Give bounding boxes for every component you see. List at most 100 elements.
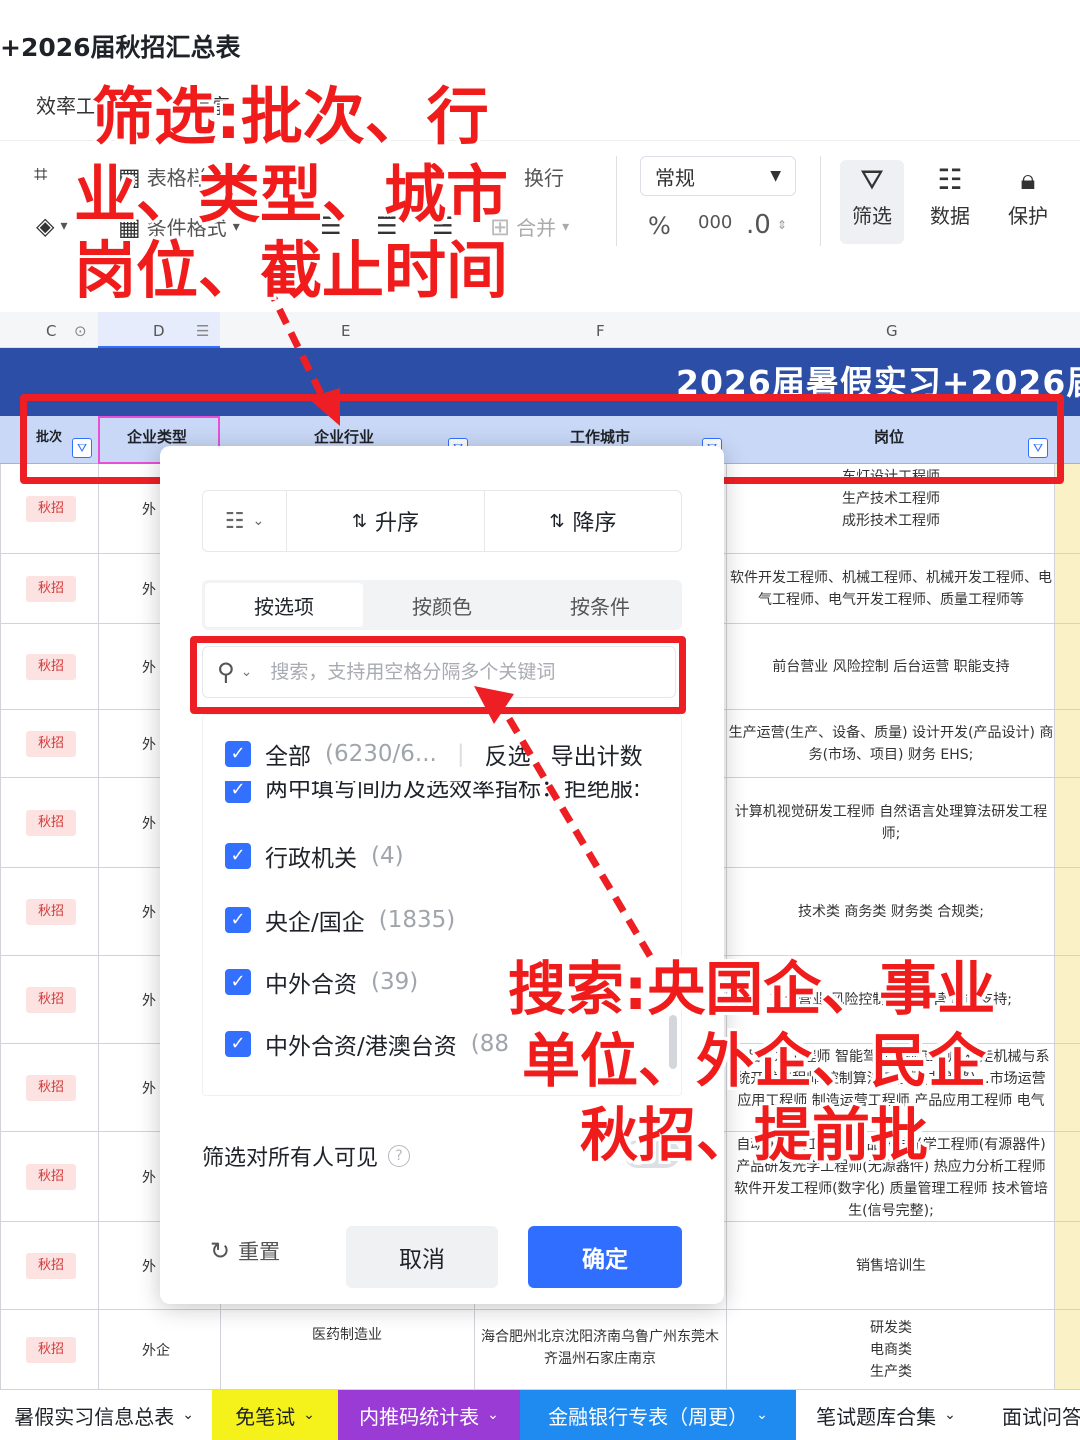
annotation-text-bottom-3: 秋招、提前批	[580, 1101, 929, 1169]
sort-descending-button[interactable]: ⇅ 降序	[485, 491, 681, 551]
menu-tab-efficiency[interactable]: 效率工	[36, 90, 96, 119]
decimal-button[interactable]: .0 ⇕	[746, 210, 787, 240]
filter-option-count: (39)	[371, 969, 419, 995]
toolbar-divider	[616, 156, 617, 246]
chevron-down-icon[interactable]: ⌄	[944, 1407, 956, 1423]
batch-tag: 秋招	[26, 987, 76, 1013]
data-label: 数据	[930, 204, 970, 228]
filter-option[interactable]: ✓ 中外合资/港澳台资 (88	[225, 1027, 509, 1061]
number-format-select[interactable]: 常规 ▼	[640, 156, 796, 196]
checkbox-checked-icon[interactable]: ✓	[225, 843, 251, 869]
filter-mode-tabs: 按选项 按颜色 按条件	[202, 580, 682, 630]
checkbox-checked-icon[interactable]: ✓	[225, 1031, 251, 1057]
percent-label: %	[648, 212, 671, 240]
chevron-down-icon[interactable]: ⌄	[487, 1407, 499, 1423]
checkbox-checked-icon[interactable]: ✓	[225, 969, 251, 995]
export-count-link[interactable]: 导出计数	[551, 737, 643, 771]
filter-label: 筛选	[852, 204, 892, 228]
chevron-down-icon[interactable]: ⌄	[182, 1407, 194, 1423]
company-type-cell: 外企	[142, 1343, 170, 1359]
reset-button[interactable]: ↻ 重置	[210, 1236, 280, 1266]
annotation-text-bottom-2: 单位、外企、民企	[522, 1027, 987, 1095]
option-all-label: 全部	[265, 744, 311, 770]
sheet-tab-label: 面试问答	[1002, 1404, 1080, 1429]
sort-asc-label: 升序	[375, 511, 420, 536]
data-tool-button[interactable]: ☷ 数据	[918, 160, 982, 244]
sort-list-icon: ☷	[224, 508, 245, 534]
column-menu-icon[interactable]: ⊙	[74, 322, 87, 340]
spreadsheet-app: +2026届秋招汇总表 效率工 专享 ⌗ ▦ 表格样 ◈ ▾ ▦ 条件格式 ▾ ☰ ☰ …	[0, 0, 1080, 1440]
position-cell: 生产运营(生产、设备、质量) 设计开发(产品设计) 商务(市场、项目) 财务 E…	[728, 725, 1054, 763]
filter-option[interactable]: ✓ 央企/国企 (1835)	[225, 903, 455, 937]
sort-ascending-button[interactable]: ⇅ 升序	[287, 491, 485, 551]
sort-mode-select[interactable]: ☷ ⌄	[203, 491, 287, 551]
batch-tag: 秋招	[26, 1337, 76, 1363]
batch-tag: 秋招	[26, 1253, 76, 1279]
toolbar-divider	[820, 156, 821, 246]
column-letter-f[interactable]: F	[596, 322, 605, 340]
chevron-down-icon[interactable]: ⌄	[303, 1407, 315, 1423]
annotation-text-top-1: 筛选:批次、行	[92, 80, 489, 153]
sheet-tab[interactable]: 金融银行专表（周更） ⌄	[520, 1390, 796, 1440]
column-letter-c[interactable]: C	[46, 322, 56, 340]
sort-controls: ☷ ⌄ ⇅ 升序 ⇅ 降序	[202, 490, 682, 552]
sheet-tab[interactable]: 内推码统计表 ⌄	[338, 1390, 520, 1440]
position-cell: 销售培训生	[856, 1258, 926, 1274]
chevron-down-icon[interactable]: ⌄	[756, 1407, 768, 1423]
column-letter-e[interactable]: E	[341, 322, 350, 340]
filter-tool-button[interactable]: ⛛ 筛选	[840, 160, 904, 244]
company-type-cell: 外	[142, 660, 156, 676]
checkbox-checked-icon[interactable]: ✓	[225, 741, 251, 767]
option-all-count: (6230/6...	[325, 741, 437, 767]
company-type-cell: 外	[142, 737, 156, 753]
batch-tag: 秋招	[26, 654, 76, 680]
batch-tag: 秋招	[26, 810, 76, 836]
sheet-tab-label: 金融银行专表（周更）	[548, 1404, 749, 1429]
column-letter-d[interactable]: D	[153, 322, 165, 340]
filter-option-label: 中外合资/港澳台资	[265, 1034, 457, 1060]
checkbox-checked-icon[interactable]: ✓	[225, 907, 251, 933]
position-cell: 技术类 商务类 财务类 合规类;	[797, 904, 985, 920]
sheet-tab[interactable]: 面试问答	[976, 1390, 1080, 1440]
column-filter-icon[interactable]: ☰	[196, 322, 209, 340]
sheet-tab-label: 内推码统计表	[359, 1404, 480, 1429]
chevron-down-icon: ⌄	[252, 513, 265, 529]
checkbox-checked-icon[interactable]: ✓	[225, 781, 251, 803]
sheet-tab[interactable]: 笔试题库合集 ⌄	[796, 1390, 976, 1440]
tab-by-color[interactable]: 按颜色	[363, 583, 521, 627]
batch-tag: 秋招	[26, 496, 76, 522]
tab-by-option[interactable]: 按选项	[205, 583, 363, 627]
chevron-down-icon: ▾	[562, 218, 570, 235]
sheet-tab[interactable]: 免笔试 ⌄	[212, 1390, 338, 1440]
filter-option-label: 行政机关	[265, 846, 357, 872]
sheet-tab-label: 暑假实习信息总表	[14, 1404, 175, 1429]
sheet-tab-label: 笔试题库合集	[816, 1404, 937, 1429]
city-cell: 海合肥州北京沈阳济南乌鲁广州东莞木齐温州石家庄南京	[481, 1329, 719, 1367]
percent-button[interactable]: %	[648, 212, 671, 240]
tab-by-condition[interactable]: 按条件	[521, 583, 679, 627]
help-icon[interactable]: ?	[388, 1145, 411, 1167]
visible-to-all-text: 筛选对所有人可见	[202, 1146, 379, 1171]
sort-desc-icon: ⇅	[549, 510, 565, 532]
sort-desc-label: 降序	[572, 511, 617, 536]
option-all[interactable]: ✓ 全部 (6230/6... | 反选 导出计数	[225, 737, 643, 771]
crop-tool[interactable]: ⌗	[34, 160, 48, 188]
data-list-icon: ☷	[937, 163, 963, 196]
confirm-button[interactable]: 确定	[528, 1226, 682, 1288]
option-partial[interactable]: ✓ 两中填写间历及选效率指标：拒绝服:	[225, 781, 641, 803]
thousand-separator-button[interactable]: 000	[698, 212, 732, 233]
position-cell: 前台营业 风险控制 后台运营 职能支持	[772, 659, 1010, 675]
invert-selection-link[interactable]: 反选	[485, 737, 531, 771]
cancel-button[interactable]: 取消	[346, 1226, 498, 1288]
sheet-tab[interactable]: 暑假实习信息总表 ⌄	[0, 1390, 212, 1440]
company-type-cell: 外	[142, 1170, 156, 1186]
filter-option[interactable]: ✓ 中外合资 (39)	[225, 965, 418, 999]
fill-color-button[interactable]: ◈ ▾	[36, 212, 68, 240]
filter-icon: ⛛	[860, 163, 884, 196]
column-letter-g[interactable]: G	[886, 322, 898, 340]
batch-tag: 秋招	[26, 576, 76, 602]
protect-tool-button[interactable]: 🔒︎ 保护	[996, 160, 1060, 244]
table-row[interactable]: 秋招 外企 医药制造业 海合肥州北京沈阳济南乌鲁广州东莞木齐温州石家庄南京 研发类 电商…	[0, 1310, 1080, 1390]
chevron-down-icon: ▼	[770, 168, 781, 184]
filter-option[interactable]: ✓ 行政机关 (4)	[225, 839, 404, 873]
